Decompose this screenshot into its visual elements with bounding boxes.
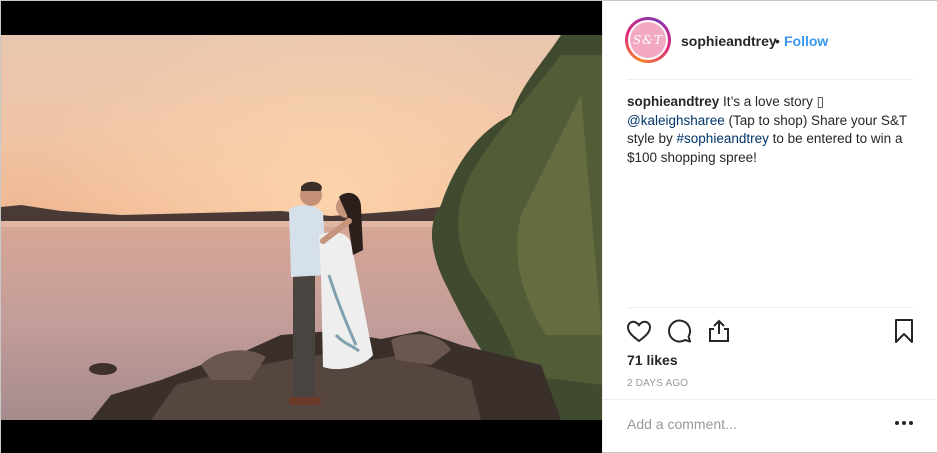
comment-input[interactable] [627, 413, 867, 435]
hashtag-link[interactable]: #sophieandtrey [677, 131, 769, 146]
mention-link[interactable]: @kaleighsharee [627, 113, 725, 128]
comment-divider [603, 399, 937, 400]
header-divider [627, 79, 913, 80]
username-link[interactable]: sophieandtrey [681, 33, 777, 49]
post-photo[interactable] [1, 35, 602, 420]
bookmark-icon[interactable] [890, 317, 918, 345]
more-dot [902, 421, 906, 425]
engagement-photo-illustration [1, 35, 602, 420]
caption-text: It’s a love story [719, 94, 817, 109]
more-dot [909, 421, 913, 425]
follow-button[interactable]: Follow [784, 33, 828, 49]
post-header: S&T sophieandtrey • Follow [603, 1, 937, 79]
avatar[interactable]: S&T [625, 17, 671, 63]
instagram-post-modal: S&T sophieandtrey • Follow sophieandtrey… [0, 0, 937, 453]
actions-divider [627, 307, 913, 308]
comment-icon[interactable] [665, 317, 693, 345]
avatar-logo: S&T [630, 22, 666, 58]
likes-count[interactable]: 71 likes [627, 352, 678, 368]
post-caption: sophieandtrey It’s a love story ▯ @kaleig… [627, 93, 917, 167]
caption-emoji: ▯ [816, 94, 825, 109]
more-options-icon[interactable] [892, 411, 916, 435]
more-dot [895, 421, 899, 425]
share-icon[interactable] [705, 317, 733, 345]
post-media [1, 1, 602, 453]
caption-username-link[interactable]: sophieandtrey [627, 94, 719, 109]
heart-icon[interactable] [625, 317, 653, 345]
post-actions [603, 317, 937, 347]
separator-dot: • [775, 33, 780, 49]
post-timestamp[interactable]: 2 DAYS AGO [627, 378, 688, 389]
post-sidebar: S&T sophieandtrey • Follow sophieandtrey… [602, 1, 937, 452]
avatar-ring: S&T [628, 20, 668, 60]
